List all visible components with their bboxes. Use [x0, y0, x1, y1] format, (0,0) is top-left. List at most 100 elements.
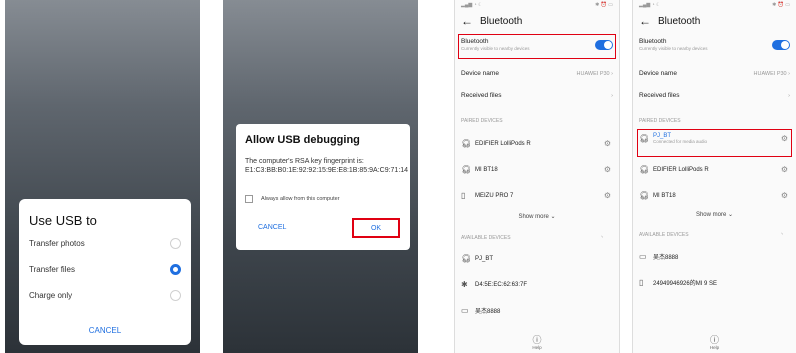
available-device-item[interactable]: 🎧︎ PJ_BT: [461, 254, 611, 263]
device-label: MI BT18: [653, 192, 676, 199]
available-devices-header: AVAILABLE DEVICES ◝: [639, 232, 790, 238]
radio-button[interactable]: [170, 237, 181, 249]
help-label: Help: [709, 345, 720, 350]
chevron-right-icon: ›: [788, 70, 790, 77]
bluetooth-toggle-row[interactable]: Bluetooth Currently visible to nearby dev…: [461, 38, 613, 51]
gear-icon[interactable]: ⚙: [604, 139, 611, 148]
chevron-right-icon: ›: [611, 92, 613, 99]
always-allow-row[interactable]: Always allow from this computer: [245, 195, 340, 203]
chevron-right-icon: ›: [788, 92, 790, 99]
paired-devices-header: PAIRED DEVICES: [461, 118, 503, 124]
help-button[interactable]: ⓘ Help: [633, 335, 796, 350]
phone-icon: ▯: [639, 278, 644, 287]
gear-icon[interactable]: ⚙: [604, 165, 611, 174]
section-label: AVAILABLE DEVICES: [639, 232, 689, 238]
bluetooth-icon: ✱: [461, 280, 468, 289]
section-label: AVAILABLE DEVICES: [461, 235, 511, 241]
always-allow-checkbox[interactable]: [245, 195, 253, 203]
paired-device-connected[interactable]: 🎧︎ PJ_BT Connected for media audio ⚙: [639, 133, 788, 144]
device-label: EDIFIER LolliPods R: [653, 166, 709, 173]
device-label: 24949946926的MI 9 SE: [653, 281, 718, 287]
headphones-icon: 🎧︎: [639, 165, 650, 174]
gear-icon[interactable]: ⚙: [781, 165, 788, 174]
device-name-label: Device name: [461, 70, 499, 77]
headphones-icon: 🎧︎: [461, 165, 472, 174]
gear-icon[interactable]: ⚙: [604, 191, 611, 200]
option-label: Transfer files: [29, 264, 75, 274]
bluetooth-switch[interactable]: [595, 39, 613, 50]
option-charge-only[interactable]: Charge only: [29, 285, 181, 305]
option-label: Charge only: [29, 290, 73, 300]
show-more-label: Show more: [518, 214, 549, 220]
back-arrow-icon[interactable]: ←: [639, 14, 651, 28]
radio-button[interactable]: [170, 289, 181, 301]
device-label: 吴杰8888: [475, 309, 501, 315]
device-label: 吴杰8888: [653, 255, 679, 261]
loading-spinner-icon: ◝: [601, 235, 603, 241]
paired-device-item[interactable]: 🎧︎ EDIFIER LolliPods R ⚙: [461, 139, 611, 148]
option-transfer-photos[interactable]: Transfer photos: [29, 233, 181, 253]
back-arrow-icon[interactable]: ←: [461, 14, 473, 28]
available-device-item[interactable]: ▯ 24949946926的MI 9 SE: [639, 278, 788, 287]
headphones-icon: 🎧︎: [639, 134, 650, 143]
laptop-icon: ▭: [461, 306, 469, 315]
chevron-down-icon: ⌄: [728, 212, 734, 218]
connection-status: Connected for media audio: [653, 139, 708, 144]
paired-device-item[interactable]: 🎧︎ EDIFIER LolliPods R ⚙: [639, 165, 788, 174]
allow-usb-debugging-dialog: Allow USB debugging The computer's RSA k…: [236, 124, 410, 250]
device-name-row[interactable]: Device name HUAWEI P30 ›: [639, 70, 790, 77]
device-name-row[interactable]: Device name HUAWEI P30 ›: [461, 70, 613, 77]
chevron-down-icon: ⌄: [550, 214, 556, 220]
usb-debugging-screen: Allow USB debugging The computer's RSA k…: [223, 0, 418, 353]
always-allow-label: Always allow from this computer: [261, 196, 340, 202]
visibility-subtitle: Currently visible to nearby devices: [461, 46, 530, 51]
available-device-item[interactable]: ▭ 吴杰8888: [461, 306, 611, 315]
headphones-icon: 🎧︎: [639, 191, 650, 200]
phone-icon: ▯: [461, 191, 466, 200]
gear-icon[interactable]: ⚙: [781, 191, 788, 200]
received-files-label: Received files: [461, 92, 502, 99]
help-icon: ⓘ: [709, 335, 719, 345]
radio-button-selected[interactable]: [170, 263, 181, 275]
headphones-icon: 🎧︎: [461, 139, 472, 148]
loading-spinner-icon: ◝: [781, 232, 783, 238]
option-transfer-files[interactable]: Transfer files: [29, 259, 181, 279]
help-icon: ⓘ: [532, 335, 542, 345]
paired-device-item[interactable]: 🎧︎ MI BT18 ⚙: [639, 191, 788, 200]
cancel-button[interactable]: CANCEL: [258, 224, 286, 231]
received-files-row[interactable]: Received files ›: [461, 92, 613, 99]
gear-icon[interactable]: ⚙: [781, 134, 788, 143]
available-devices-header: AVAILABLE DEVICES ◝: [461, 235, 613, 241]
bluetooth-switch[interactable]: [772, 39, 790, 50]
device-label: PJ_BT: [475, 255, 494, 262]
help-label: Help: [532, 345, 542, 350]
dialog-title: Allow USB debugging: [245, 134, 360, 146]
available-device-item[interactable]: ▭ 吴杰8888: [639, 252, 788, 261]
paired-devices-header: PAIRED DEVICES: [639, 118, 681, 124]
bluetooth-label: Bluetooth: [461, 38, 489, 45]
visibility-subtitle: Currently visible to nearby devices: [639, 46, 708, 51]
show-more-link[interactable]: Show more ⌄: [455, 213, 619, 220]
status-bar: ▂▄▆ ◔ ☾ ✱ ⏰ ▭: [461, 2, 613, 8]
show-more-link[interactable]: Show more ⌄: [633, 211, 796, 218]
device-label: EDIFIER LolliPods R: [475, 140, 531, 147]
bluetooth-toggle-row[interactable]: Bluetooth Currently visible to nearby dev…: [639, 38, 790, 51]
show-more-label: Show more: [695, 212, 727, 218]
app-bar: ← Bluetooth: [461, 14, 522, 28]
device-label: D4:5E:EC:62:63:7F: [475, 281, 528, 288]
laptop-icon: ▭: [639, 252, 647, 261]
cancel-button[interactable]: CANCEL: [19, 326, 191, 335]
dialog-title: Use USB to: [29, 213, 97, 228]
device-label: MEIZU PRO 7: [475, 192, 514, 199]
available-device-item[interactable]: ✱ D4:5E:EC:62:63:7F: [461, 280, 611, 289]
rsa-fingerprint-text: The computer's RSA key fingerprint is: E…: [245, 158, 409, 174]
page-title: Bluetooth: [658, 15, 701, 27]
received-files-row[interactable]: Received files ›: [639, 92, 790, 99]
device-name-value: HUAWEI P30: [753, 70, 787, 77]
help-button[interactable]: ⓘ Help: [455, 335, 619, 350]
paired-device-item[interactable]: ▯ MEIZU PRO 7 ⚙: [461, 191, 611, 200]
device-label: MI BT18: [475, 166, 498, 173]
bluetooth-connected-screen: ▂▄▆ ◔ ☾ ✱ ⏰ ▭ ← Bluetooth Bluetooth Curren…: [632, 0, 796, 353]
paired-device-item[interactable]: 🎧︎ MI BT18 ⚙: [461, 165, 611, 174]
ok-button[interactable]: OK: [352, 218, 400, 238]
